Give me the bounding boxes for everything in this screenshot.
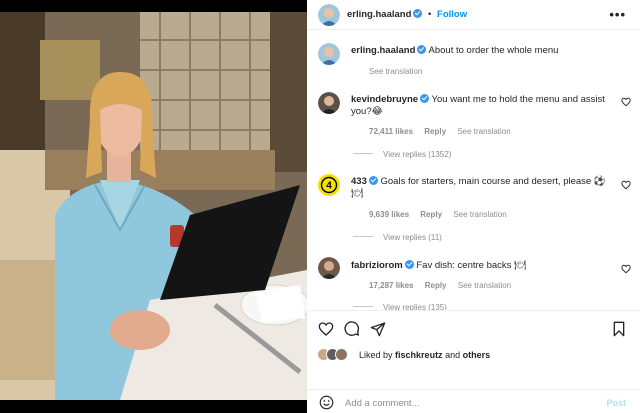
author-avatar[interactable] bbox=[318, 4, 340, 26]
view-replies-button[interactable]: View replies (135) bbox=[353, 303, 447, 310]
verified-icon bbox=[420, 94, 430, 103]
caption-body: About to order the whole menu bbox=[428, 45, 559, 56]
view-replies-button[interactable]: View replies (11) bbox=[353, 233, 442, 242]
heart-icon[interactable] bbox=[318, 321, 334, 337]
comment-username[interactable]: kevindebruyne bbox=[351, 94, 418, 105]
comment-meta: 9,639 likes Reply See translation bbox=[369, 210, 516, 219]
liked-by-middle: and bbox=[445, 350, 461, 360]
liked-by-others[interactable]: others bbox=[463, 350, 491, 360]
comment-text: fabriziorom Fav dish: centre backs 🍽 bbox=[351, 260, 618, 272]
comment-avatar[interactable]: 4 bbox=[318, 174, 340, 196]
separator-dot: • bbox=[428, 9, 432, 20]
comment-text: kevindebruyne You want me to hold the me… bbox=[351, 94, 618, 118]
view-replies-button[interactable]: View replies (1352) bbox=[353, 150, 451, 159]
add-comment-bar: Add a comment... Post bbox=[307, 389, 640, 413]
see-translation-link[interactable]: See translation bbox=[369, 67, 422, 76]
heart-icon[interactable] bbox=[621, 180, 631, 190]
reply-button[interactable]: Reply bbox=[425, 281, 447, 290]
verified-icon bbox=[368, 176, 378, 185]
comment-meta: 72,411 likes Reply See translation bbox=[369, 127, 520, 136]
comment-avatar[interactable] bbox=[318, 92, 340, 114]
comment-icon[interactable] bbox=[344, 321, 360, 337]
verified-icon bbox=[404, 260, 414, 269]
liked-by-user[interactable]: fischkreutz bbox=[395, 350, 443, 360]
comment-input[interactable]: Add a comment... bbox=[345, 398, 419, 409]
comment-likes[interactable]: 72,411 likes bbox=[369, 127, 413, 136]
comment-meta: 17,287 likes Reply See translation bbox=[369, 281, 520, 290]
comment-body: Goals for starters, main course and dese… bbox=[351, 176, 606, 199]
see-translation-link[interactable]: See translation bbox=[458, 281, 511, 290]
reply-button[interactable]: Reply bbox=[424, 127, 446, 136]
svg-text:4: 4 bbox=[326, 181, 332, 192]
comment-likes[interactable]: 17,287 likes bbox=[369, 281, 413, 290]
post-button[interactable]: Post bbox=[606, 398, 626, 408]
reply-button[interactable]: Reply bbox=[420, 210, 442, 219]
comment-text: 433 Goals for starters, main course and … bbox=[351, 176, 618, 200]
caption-username[interactable]: erling.haaland bbox=[351, 45, 415, 56]
follow-button[interactable]: Follow bbox=[437, 9, 467, 20]
caption-meta: See translation bbox=[369, 67, 431, 76]
post-photo-image bbox=[0, 0, 307, 413]
author-username[interactable]: erling.haaland bbox=[347, 9, 411, 20]
comment-likes[interactable]: 9,639 likes bbox=[369, 210, 409, 219]
comment-username[interactable]: 433 bbox=[351, 176, 367, 187]
likes-text: Liked by fischkreutz and others bbox=[359, 350, 490, 360]
comment-avatar[interactable] bbox=[318, 257, 340, 279]
heart-icon[interactable] bbox=[621, 97, 631, 107]
emoji-icon[interactable] bbox=[319, 395, 334, 410]
caption-text: erling.haaland About to order the whole … bbox=[351, 45, 618, 57]
verified-icon bbox=[417, 45, 427, 54]
heart-icon[interactable] bbox=[621, 264, 631, 274]
post-photo[interactable] bbox=[0, 0, 307, 413]
bookmark-icon[interactable] bbox=[611, 321, 627, 337]
comment-body: Fav dish: centre backs 🍽 bbox=[416, 260, 527, 271]
more-icon[interactable]: ••• bbox=[609, 7, 626, 22]
liker-avatar[interactable] bbox=[335, 348, 348, 361]
caption-avatar[interactable] bbox=[318, 43, 340, 65]
action-bar: Liked by fischkreutz and others Add a co… bbox=[307, 310, 640, 413]
share-icon[interactable] bbox=[370, 321, 386, 337]
see-translation-link[interactable]: See translation bbox=[457, 127, 510, 136]
author-line: erling.haaland • Follow bbox=[347, 9, 467, 20]
comment-username[interactable]: fabriziorom bbox=[351, 260, 403, 271]
liked-by-prefix: Liked by bbox=[359, 350, 393, 360]
see-translation-link[interactable]: See translation bbox=[453, 210, 506, 219]
post-header: erling.haaland • Follow ••• bbox=[307, 0, 640, 30]
verified-icon bbox=[413, 9, 423, 18]
post-sidebar: erling.haaland • Follow ••• erling.haala… bbox=[307, 0, 640, 413]
